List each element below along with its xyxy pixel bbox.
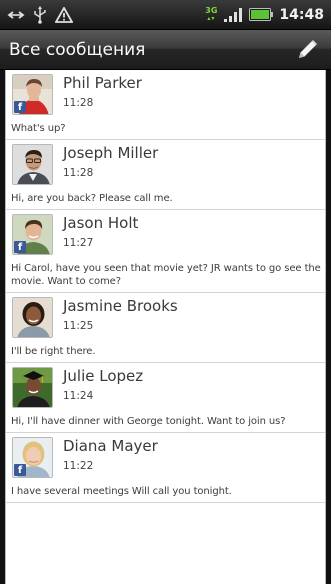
message-thread[interactable]: Jasmine Brooks 11:25 I'll be right there… (6, 293, 325, 363)
facebook-icon: f (14, 241, 26, 253)
sender-name: Joseph Miller (63, 144, 159, 162)
sender-name: Julie Lopez (63, 367, 144, 385)
message-time: 11:28 (63, 167, 94, 179)
sender-name: Diana Mayer (63, 437, 158, 455)
page-title: Все сообщения (9, 39, 146, 60)
message-thread[interactable]: Joseph Miller 11:28 Hi, are you back? Pl… (6, 140, 325, 210)
compose-button[interactable] (292, 35, 322, 65)
facebook-icon: f (14, 101, 26, 113)
usb-sync-icon (7, 9, 25, 21)
avatar: f (12, 74, 53, 115)
avatar (12, 144, 53, 185)
avatar: f (12, 214, 53, 255)
message-preview: I have several meetings Will call you to… (11, 486, 232, 497)
sender-name: Jasmine Brooks (63, 297, 178, 315)
message-time: 11:22 (63, 460, 94, 472)
message-time: 11:28 (63, 97, 94, 109)
message-thread[interactable]: Julie Lopez 11:24 Hi, I'll have dinner w… (6, 363, 325, 433)
avatar (12, 367, 53, 408)
message-time: 11:27 (63, 237, 94, 249)
title-bar: Все сообщения (0, 30, 331, 70)
network-type-indicator: 3G ▴▾ (205, 5, 218, 22)
usb-icon (33, 5, 47, 24)
pencil-icon (299, 39, 317, 58)
message-time: 11:24 (63, 390, 94, 402)
message-list[interactable]: f Phil Parker 11:28 What's up? Joseph Mi… (5, 70, 326, 584)
message-time: 11:25 (63, 320, 94, 332)
message-preview: What's up? (11, 123, 66, 134)
facebook-icon: f (14, 464, 26, 476)
message-preview: Hi, I'll have dinner with George tonight… (11, 416, 286, 427)
sender-name: Jason Holt (63, 214, 139, 232)
status-bar: 3G ▴▾ 14:48 (0, 0, 331, 30)
message-thread[interactable]: f Diana Mayer 11:22 I have several meeti… (6, 433, 325, 503)
sender-name: Phil Parker (63, 74, 142, 92)
message-preview: I'll be right there. (11, 346, 96, 357)
message-preview: Hi, are you back? Please call me. (11, 193, 173, 204)
avatar (12, 297, 53, 338)
message-thread[interactable]: f Phil Parker 11:28 What's up? (6, 70, 325, 140)
message-thread[interactable]: f Jason Holt 11:27 Hi Carol, have you se… (6, 210, 325, 293)
avatar: f (12, 437, 53, 478)
battery-icon (249, 8, 274, 21)
message-preview: Hi Carol, have you seen that movie yet? … (11, 263, 321, 287)
warning-icon (55, 6, 73, 23)
signal-icon (223, 7, 243, 22)
clock: 14:48 (279, 6, 324, 23)
